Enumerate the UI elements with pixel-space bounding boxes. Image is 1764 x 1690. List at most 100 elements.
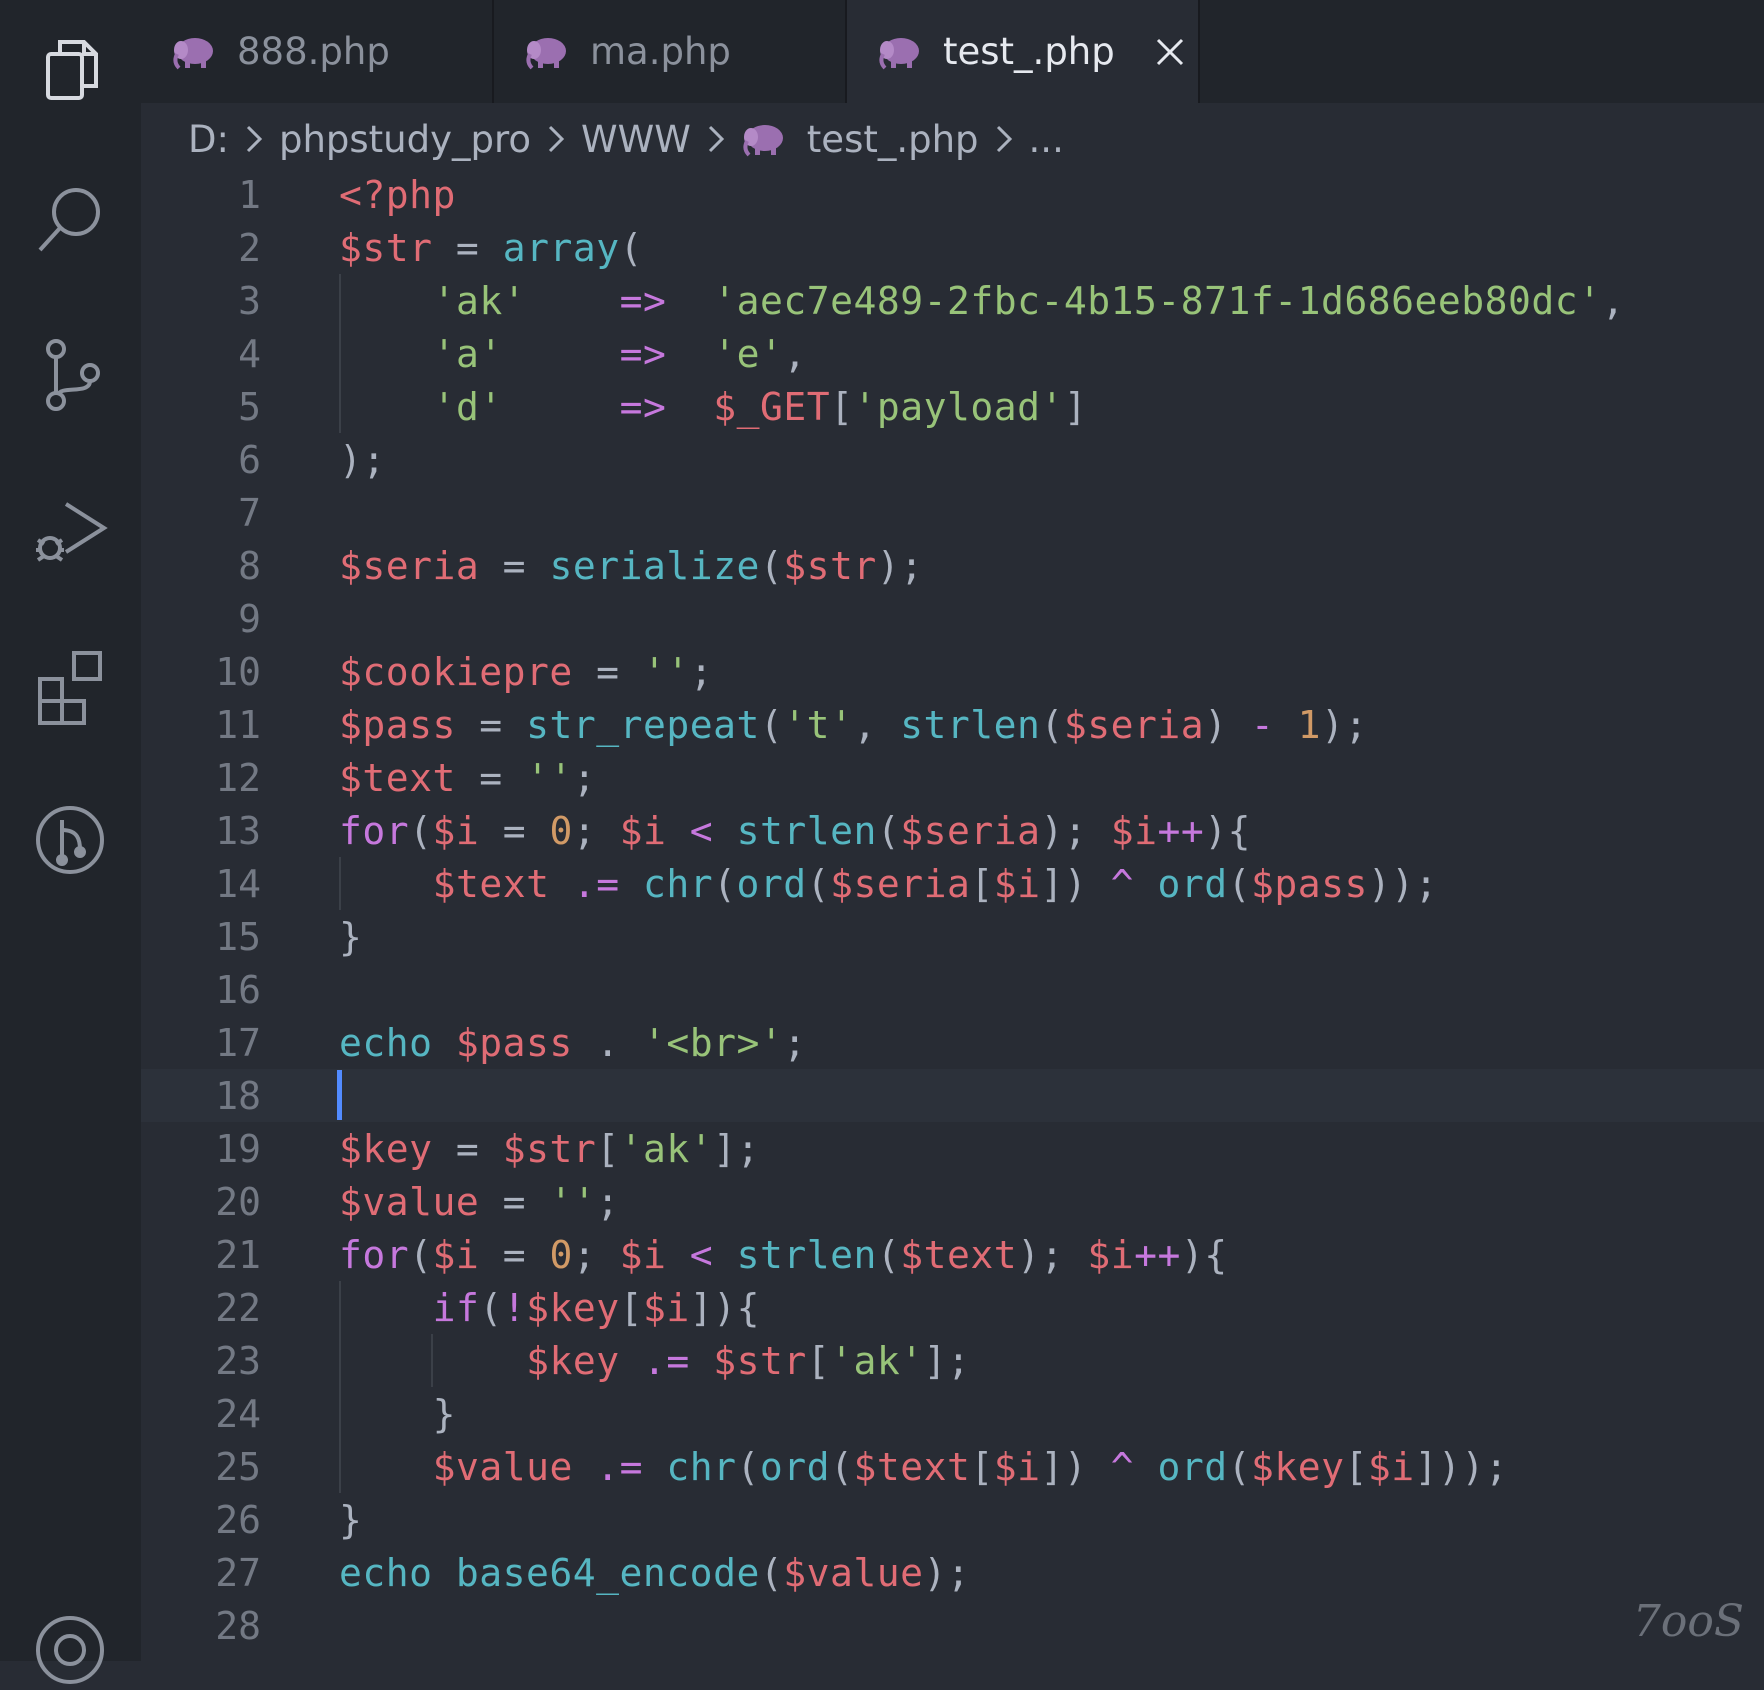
code-line[interactable]: 28 (141, 1599, 1764, 1652)
line-number: 9 (238, 596, 261, 641)
line-number: 24 (215, 1391, 261, 1436)
code-text: } (339, 1497, 363, 1542)
chevron-right-icon (548, 125, 565, 153)
code-text: for($i = 0; $i < strlen($seria); $i++){ (339, 808, 1252, 853)
breadcrumb-drive[interactable]: D: (188, 118, 229, 161)
activity-bar (0, 0, 141, 1684)
breadcrumb-more[interactable]: ... (1029, 118, 1064, 161)
line-number: 27 (215, 1550, 261, 1595)
code-text: 'a' => 'e', (432, 331, 807, 376)
chevron-right-icon (708, 125, 724, 153)
php-elephant-icon (173, 37, 213, 69)
indent-guide (339, 857, 341, 910)
line-number: 26 (215, 1497, 261, 1542)
code-line[interactable]: 10 $cookiepre = ''; (141, 645, 1764, 698)
code-text: } (432, 1391, 456, 1436)
line-number: 25 (215, 1444, 261, 1489)
code-line[interactable]: 23 $key .= $str['ak']; (141, 1334, 1764, 1387)
line-number: 10 (215, 649, 261, 694)
code-line[interactable]: 27 echo base64_encode($value); (141, 1546, 1764, 1599)
code-line[interactable]: 25 $value .= chr(ord($text[$i]) ^ ord($k… (141, 1440, 1764, 1493)
tab-bar: 888.php ma.php test_.php (141, 0, 1764, 103)
line-number: 22 (215, 1285, 261, 1330)
code-line[interactable]: 21 for($i = 0; $i < strlen($text); $i++){ (141, 1228, 1764, 1281)
line-number: 7 (238, 490, 261, 535)
code-text: $text .= chr(ord($seria[$i]) ^ ord($pass… (432, 861, 1439, 906)
code-text: $text = ''; (339, 755, 597, 800)
chevron-right-icon (246, 125, 263, 153)
code-line[interactable]: 2 $str = array( (141, 221, 1764, 274)
code-line[interactable]: 26} (141, 1493, 1764, 1546)
code-line[interactable]: 8 $seria = serialize($str); (141, 539, 1764, 592)
code-line[interactable]: 5 'd' => $_GET['payload'] (141, 380, 1764, 433)
code-text: } (339, 914, 363, 959)
breadcrumb-file[interactable]: test_.php (807, 118, 979, 161)
line-number: 8 (238, 543, 261, 588)
code-text: $value = ''; (339, 1179, 620, 1224)
code-line[interactable]: 18 (141, 1069, 1764, 1122)
line-number: 15 (215, 914, 261, 959)
code-text: echo base64_encode($value); (339, 1550, 971, 1595)
line-number: 19 (215, 1126, 261, 1171)
code-line[interactable]: 24 } (141, 1387, 1764, 1440)
breadcrumb-folder[interactable]: phpstudy_pro (279, 118, 531, 161)
code-line[interactable]: 1 <?php (141, 168, 1764, 221)
code-text: $seria = serialize($str); (339, 543, 924, 588)
close-icon[interactable] (1155, 37, 1185, 67)
line-number: 23 (215, 1338, 261, 1383)
code-line[interactable]: 7 (141, 486, 1764, 539)
line-number: 28 (215, 1603, 261, 1648)
php-elephant-icon (879, 37, 919, 69)
tab-label: 888.php (237, 30, 390, 73)
code-text: 'd' => $_GET['payload'] (432, 384, 1088, 429)
line-number: 16 (215, 967, 261, 1012)
php-elephant-icon (526, 37, 566, 69)
indent-guide (339, 274, 341, 433)
code-editor[interactable]: 1 <?php 2 $str = array(3 'ak' => 'aec7e489-… (141, 168, 1764, 1661)
code-text: <?php (339, 172, 456, 217)
source-control-icon[interactable] (20, 325, 120, 425)
code-line[interactable]: 6); (141, 433, 1764, 486)
code-line[interactable]: 13 for($i = 0; $i < strlen($seria); $i++)… (141, 804, 1764, 857)
code-line[interactable]: 9 (141, 592, 1764, 645)
run-debug-icon[interactable] (20, 480, 120, 580)
code-text: $key = $str['ak']; (339, 1126, 760, 1171)
explorer-icon[interactable] (20, 20, 120, 120)
code-text: 'ak' => 'aec7e489-2fbc-4b15-871f-1d686ee… (432, 278, 1625, 323)
code-line[interactable]: 4 'a' => 'e', (141, 327, 1764, 380)
code-line[interactable]: 22 if(!$key[$i]){ (141, 1281, 1764, 1334)
tab-test-php[interactable]: test_.php (847, 0, 1200, 103)
code-line[interactable]: 16 (141, 963, 1764, 1016)
line-number: 12 (215, 755, 261, 800)
code-line[interactable]: 15} (141, 910, 1764, 963)
breadcrumb-folder[interactable]: WWW (581, 118, 691, 161)
code-text: for($i = 0; $i < strlen($text); $i++){ (339, 1232, 1228, 1277)
line-number: 20 (215, 1179, 261, 1224)
code-line[interactable]: 12 $text = ''; (141, 751, 1764, 804)
code-line[interactable]: 11 $pass = str_repeat('t', strlen($seria)… (141, 698, 1764, 751)
php-elephant-icon (743, 125, 783, 157)
line-number: 2 (238, 225, 261, 270)
git-graph-icon[interactable] (20, 790, 120, 890)
text-cursor (337, 1070, 342, 1120)
code-line[interactable]: 14 $text .= chr(ord($seria[$i]) ^ ord($p… (141, 857, 1764, 910)
watermark: 7ooS (1632, 1596, 1744, 1647)
tab-888-php[interactable]: 888.php (141, 0, 494, 103)
line-number: 6 (238, 437, 261, 482)
code-text: if(!$key[$i]){ (432, 1285, 760, 1330)
line-number: 14 (215, 861, 261, 906)
tab-ma-php[interactable]: ma.php (494, 0, 847, 103)
search-icon[interactable] (20, 170, 120, 270)
code-line[interactable]: 20 $value = ''; (141, 1175, 1764, 1228)
code-line[interactable]: 17 echo $pass . '<br>'; (141, 1016, 1764, 1069)
code-line[interactable]: 3 'ak' => 'aec7e489-2fbc-4b15-871f-1d686… (141, 274, 1764, 327)
indent-guide (339, 1281, 341, 1493)
code-text: $str = array( (339, 225, 643, 270)
account-icon[interactable] (20, 1610, 120, 1684)
chevron-right-icon (996, 125, 1012, 153)
line-number: 13 (215, 808, 261, 853)
extensions-icon[interactable] (20, 635, 120, 735)
line-number: 5 (238, 384, 261, 429)
code-line[interactable]: 19 $key = $str['ak']; (141, 1122, 1764, 1175)
code-text: $cookiepre = ''; (339, 649, 714, 694)
